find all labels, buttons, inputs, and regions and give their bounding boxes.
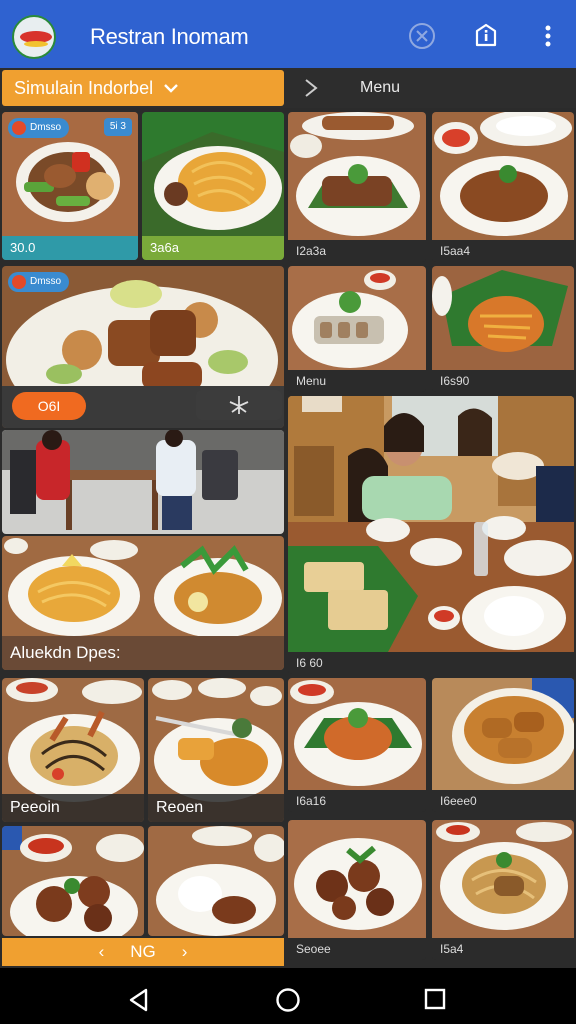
tile-caption: 30.0: [2, 236, 138, 260]
app-title: Restran Inomam: [90, 24, 249, 49]
info-icon[interactable]: [472, 22, 500, 50]
tile-caption: Menu: [288, 370, 426, 392]
pager-prev-button[interactable]: ‹: [99, 942, 105, 962]
tile-caption: I5aa4: [432, 240, 574, 262]
more-vert-icon[interactable]: [534, 22, 562, 50]
tile-caption: I6a16: [288, 790, 426, 812]
pager: ‹ NG ›: [2, 938, 284, 966]
food-tile[interactable]: I6eee0: [432, 678, 574, 812]
price-pill[interactable]: O6I: [12, 392, 86, 420]
food-tile[interactable]: [2, 826, 144, 936]
food-tile[interactable]: Peeoin: [2, 678, 144, 822]
tile-caption: Peeoin: [2, 794, 144, 822]
tile-caption: I6eee0: [432, 790, 574, 812]
tile-caption: I2a3a: [288, 240, 426, 262]
recents-icon[interactable]: [424, 988, 446, 1010]
tile-caption: I5a4: [432, 938, 574, 960]
tile-caption: Aluekdn Dpes:: [2, 636, 284, 670]
menu-label[interactable]: Menu: [360, 79, 400, 97]
food-tile[interactable]: Seoee: [288, 820, 426, 960]
tile-caption: Seoee: [288, 938, 426, 960]
food-tile[interactable]: 3a6a: [142, 112, 284, 260]
screen: Restran Inomam Simulain Indorbel Menu Dm…: [0, 0, 576, 1024]
dining-photo[interactable]: [2, 430, 284, 534]
rating-badge: 5i 3: [103, 118, 132, 136]
location-button[interactable]: [196, 390, 282, 420]
food-tile[interactable]: Aluekdn Dpes:: [2, 536, 284, 670]
close-circle-icon[interactable]: [408, 22, 436, 50]
chevron-right-icon[interactable]: [302, 78, 324, 98]
tile-caption: I6s90: [432, 370, 574, 392]
app-logo: [12, 15, 56, 59]
tile-caption: I6 60: [288, 652, 574, 674]
app-bar: Restran Inomam: [0, 0, 576, 68]
dropdown-value: Simulain Indorbel: [14, 77, 154, 98]
restaurant-badge: Dmsso: [8, 272, 70, 292]
tile-caption: Reoen: [148, 794, 284, 822]
chevron-down-icon: [163, 83, 179, 93]
pager-next-button[interactable]: ›: [182, 942, 188, 962]
food-tile[interactable]: [148, 826, 284, 936]
food-tile[interactable]: I6a16: [288, 678, 426, 812]
tile-caption: 3a6a: [142, 236, 284, 260]
food-tile[interactable]: Reoen: [148, 678, 284, 822]
cuisine-dropdown[interactable]: Simulain Indorbel: [2, 70, 284, 106]
food-tile[interactable]: Dmsso 5i 3 30.0: [2, 112, 138, 260]
food-tile[interactable]: I5a4: [432, 820, 574, 960]
back-icon[interactable]: [128, 988, 150, 1012]
food-tile[interactable]: I5aa4: [432, 112, 574, 262]
restaurant-badge: Dmsso: [8, 118, 70, 138]
food-tile[interactable]: Menu: [288, 266, 426, 392]
home-icon[interactable]: [275, 987, 301, 1013]
dining-photo[interactable]: I6 60: [288, 396, 574, 674]
food-tile[interactable]: I6s90: [432, 266, 574, 392]
food-tile[interactable]: I2a3a: [288, 112, 426, 262]
pager-label: NG: [130, 942, 156, 961]
filter-bar: Simulain Indorbel: [0, 68, 576, 108]
